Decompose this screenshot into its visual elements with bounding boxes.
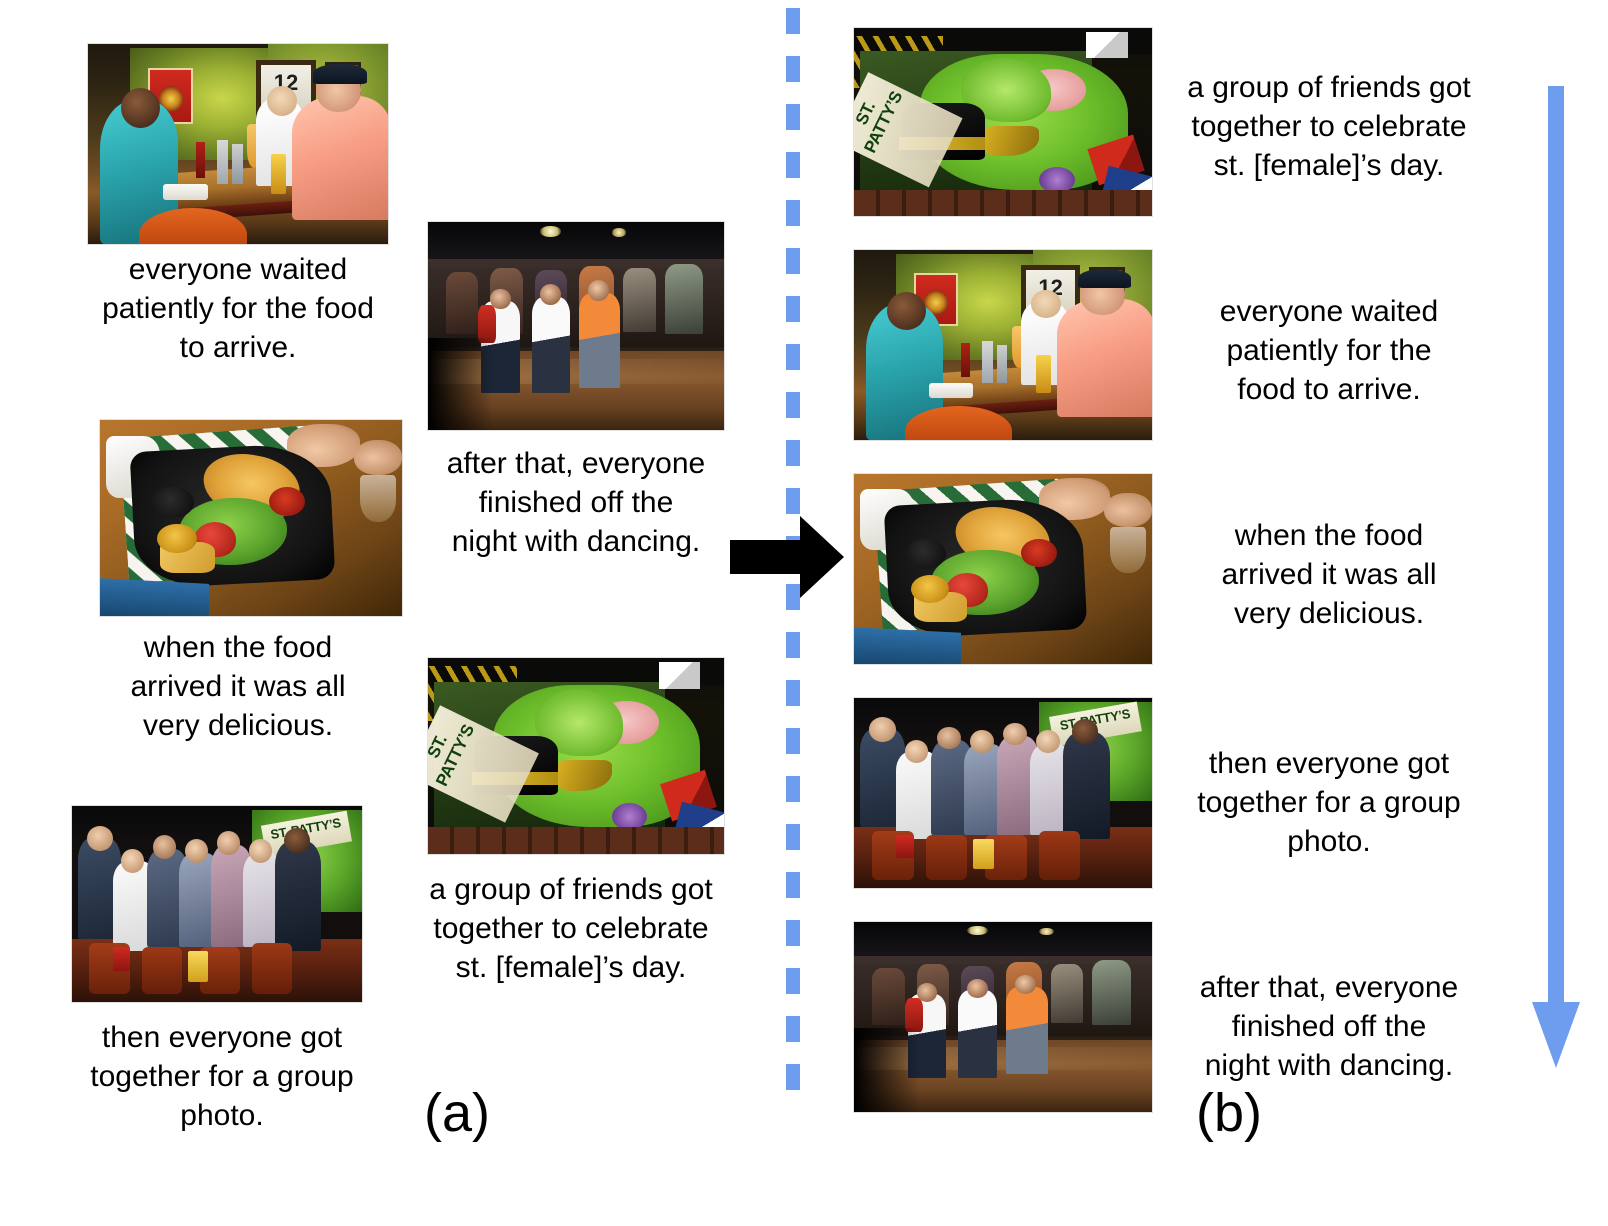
caption-b-2: everyone waited patiently for the food t… [1219,295,1439,406]
bar-table-photo: 12 [88,44,388,244]
caption-b-4: then everyone got together for a group p… [1197,747,1461,858]
transition-arrow-icon [712,508,848,606]
st-pattys-sign-photo-b: ST. PATTY’S [854,28,1152,216]
caption-a-5: then everyone got together for a group p… [90,1021,354,1132]
caption-a-1: everyone waited patiently for the food t… [102,253,374,364]
food-platter-photo-b [854,474,1152,664]
bar-table-photo-b: 12 [854,250,1152,440]
story-order-arrow-icon [1528,86,1584,1070]
panel-label-a: (a) [424,1083,490,1143]
st-pattys-sign-photo: ST. PATTY’S [428,658,724,854]
group-photo-b: ST. PATTY’S [854,698,1152,888]
dancing-photo-b [854,922,1152,1112]
caption-b-5: after that, everyone finished off the ni… [1199,971,1459,1082]
food-platter-photo [100,420,402,616]
panel-label-b: (b) [1196,1083,1262,1143]
group-photo: ST. PATTY’S [72,806,362,1002]
caption-b-3: when the food arrived it was all very de… [1221,519,1437,630]
caption-a-2: after that, everyone finished off the ni… [446,447,706,558]
caption-a-4: a group of friends got together to celeb… [429,873,713,984]
caption-a-3: when the food arrived it was all very de… [130,631,346,742]
caption-b-1: a group of friends got together to celeb… [1187,71,1471,182]
dancing-photo [428,222,724,430]
